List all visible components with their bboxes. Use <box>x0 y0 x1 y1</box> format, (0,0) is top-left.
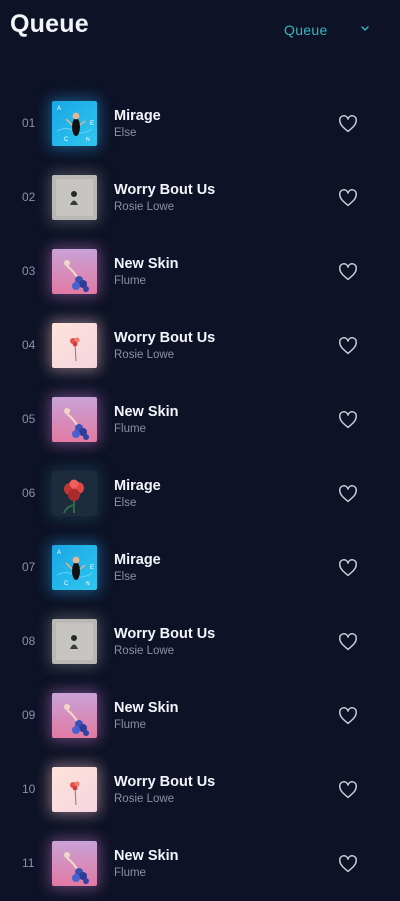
album-art <box>52 323 97 368</box>
album-art <box>52 619 97 664</box>
album-art <box>52 841 97 886</box>
album-art <box>52 767 97 812</box>
track-row[interactable]: 02 Worry Bout Us Rosie Lowe <box>0 161 400 235</box>
track-index: 09 <box>22 708 36 722</box>
track-title: Worry Bout Us <box>114 774 216 790</box>
track-index: 01 <box>22 116 36 130</box>
track-index: 08 <box>22 634 36 648</box>
track-title: Worry Bout Us <box>114 182 216 198</box>
track-artist: Rosie Lowe <box>114 349 175 361</box>
track-row[interactable]: 07 A E C N Mirage Else <box>0 531 400 605</box>
track-title: Worry Bout Us <box>114 330 216 346</box>
track-artist: Flume <box>114 275 146 287</box>
track-index: 11 <box>22 856 35 870</box>
heart-icon[interactable] <box>338 485 358 503</box>
svg-text:N: N <box>86 581 90 587</box>
svg-text:A: A <box>57 550 61 556</box>
track-title: New Skin <box>114 700 179 716</box>
track-title: Worry Bout Us <box>114 626 216 642</box>
svg-text:A: A <box>57 106 61 112</box>
track-row[interactable]: 04 Worry Bout Us Rosie Lowe <box>0 309 400 383</box>
album-art <box>52 175 97 220</box>
heart-icon[interactable] <box>338 115 358 133</box>
track-index: 03 <box>22 264 36 278</box>
svg-text:E: E <box>90 121 94 127</box>
svg-text:E: E <box>90 565 94 571</box>
chevron-down-icon <box>361 26 369 31</box>
heart-icon[interactable] <box>338 337 358 355</box>
queue-dropdown-label: Queue <box>284 22 328 38</box>
track-title: New Skin <box>114 256 179 272</box>
track-row[interactable]: 10 Worry Bout Us Rosie Lowe <box>0 753 400 827</box>
album-art <box>52 249 97 294</box>
header: Queue Queue <box>0 0 400 60</box>
heart-icon[interactable] <box>338 411 358 429</box>
track-row[interactable]: 08 Worry Bout Us Rosie Lowe <box>0 605 400 679</box>
track-artist: Flume <box>114 867 146 879</box>
track-row[interactable]: 11 New Skin Flume <box>0 827 400 901</box>
track-index: 10 <box>22 782 36 796</box>
heart-icon[interactable] <box>338 855 358 873</box>
svg-text:C: C <box>64 581 69 587</box>
album-art: A E C N <box>52 545 97 590</box>
track-index: 06 <box>22 486 36 500</box>
track-artist: Else <box>114 571 137 583</box>
heart-icon[interactable] <box>338 781 358 799</box>
album-art <box>52 693 97 738</box>
track-row[interactable]: 06 Mirage Else <box>0 457 400 531</box>
queue-dropdown[interactable]: Queue <box>284 20 384 40</box>
heart-icon[interactable] <box>338 559 358 577</box>
track-row[interactable]: 01 A E C N Mirage Else <box>0 87 400 161</box>
track-title: New Skin <box>114 848 179 864</box>
track-index: 02 <box>22 190 36 204</box>
track-row[interactable]: 05 New Skin Flume <box>0 383 400 457</box>
track-artist: Rosie Lowe <box>114 201 175 213</box>
track-artist: Rosie Lowe <box>114 645 175 657</box>
heart-icon[interactable] <box>338 263 358 281</box>
track-artist: Flume <box>114 719 146 731</box>
track-artist: Rosie Lowe <box>114 793 175 805</box>
track-title: New Skin <box>114 404 179 420</box>
track-artist: Flume <box>114 423 146 435</box>
heart-icon[interactable] <box>338 707 358 725</box>
track-index: 07 <box>22 560 36 574</box>
heart-icon[interactable] <box>338 633 358 651</box>
heart-icon[interactable] <box>338 189 358 207</box>
track-row[interactable]: 09 New Skin Flume <box>0 679 400 753</box>
svg-text:C: C <box>64 137 69 143</box>
track-title: Mirage <box>114 552 161 568</box>
album-art <box>52 397 97 442</box>
track-artist: Else <box>114 497 137 509</box>
page-title: Queue <box>10 10 89 38</box>
svg-text:N: N <box>86 137 90 143</box>
track-index: 04 <box>22 338 36 352</box>
track-row[interactable]: 03 New Skin Flume <box>0 235 400 309</box>
album-art: A E C N <box>52 101 97 146</box>
track-index: 05 <box>22 412 36 426</box>
album-art <box>52 471 97 516</box>
track-title: Mirage <box>114 108 161 124</box>
track-title: Mirage <box>114 478 161 494</box>
track-artist: Else <box>114 127 137 139</box>
